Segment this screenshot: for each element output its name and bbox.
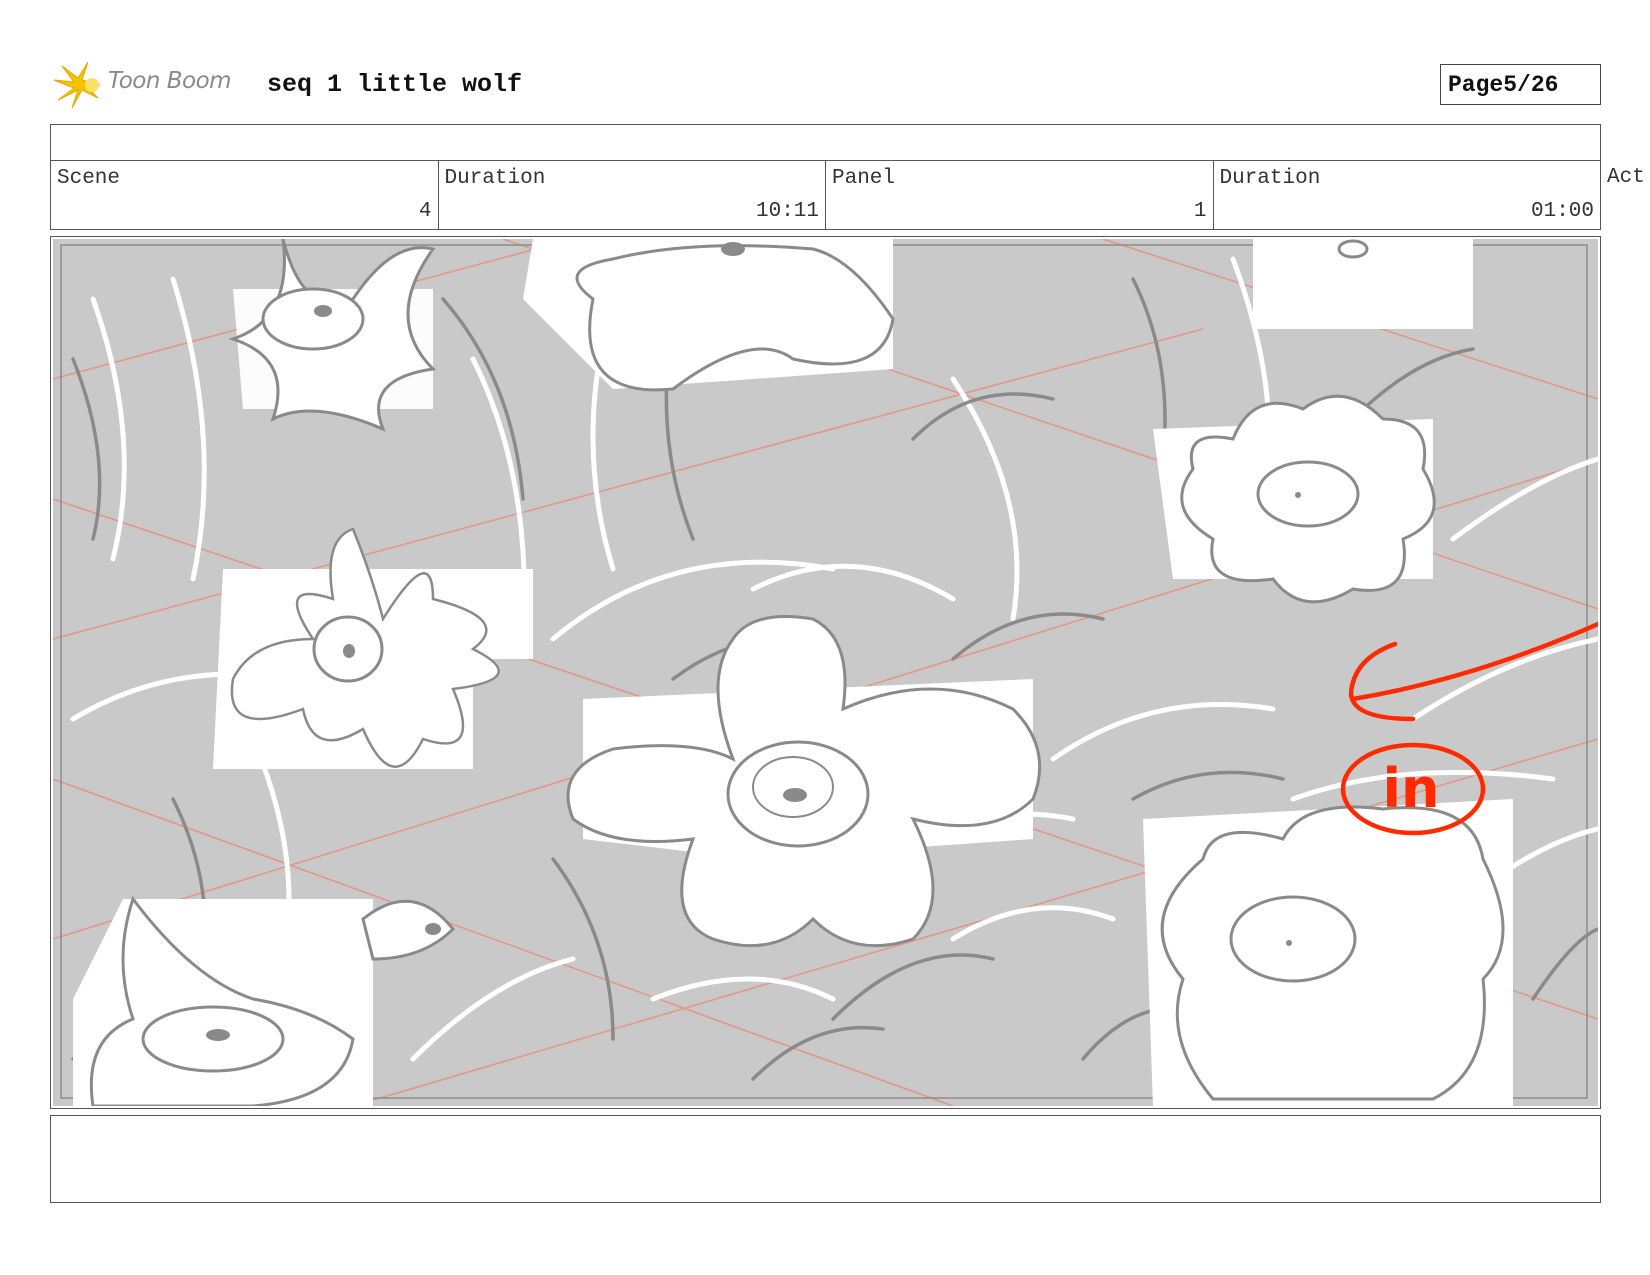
toon-boom-logo: Toon Boom	[52, 58, 252, 112]
flower-left-middle	[213, 527, 533, 769]
flower-bottom-right	[1143, 799, 1513, 1106]
page-value: 5/26	[1503, 71, 1559, 98]
header-strip	[50, 124, 1601, 161]
flower-top-right	[1253, 239, 1473, 329]
notes-box	[50, 1115, 1601, 1203]
brand-name: Toon Boom	[108, 68, 232, 94]
scene-label: Scene	[57, 167, 121, 190]
flower-top-left	[228, 239, 437, 432]
page-indicator: Page 5/26	[1440, 64, 1601, 105]
panel-label: Panel	[832, 167, 896, 190]
info-row: Scene 4 Duration 10:11 Panel 1 Duration …	[50, 160, 1601, 230]
panel-value: 1	[1193, 200, 1207, 223]
sequence-title: seq 1 little wolf	[267, 70, 523, 99]
scene-cell: Scene 4	[51, 161, 439, 229]
flower-center	[566, 615, 1042, 948]
action-label: Act	[1607, 166, 1645, 189]
flower-right-middle	[1153, 394, 1436, 604]
starburst-icon	[53, 61, 101, 109]
page-label: Page	[1448, 71, 1504, 98]
flower-sketch-drawing: in	[53, 239, 1598, 1106]
annotation-text: in	[1383, 757, 1440, 820]
panel-duration-cell: Duration 01:00	[1214, 161, 1601, 229]
flower-top-center	[523, 239, 895, 392]
panel-duration-label: Duration	[1219, 167, 1321, 190]
scene-duration-value: 10:11	[755, 200, 819, 223]
scene-duration-label: Duration	[444, 167, 546, 190]
storyboard-panel-image: in	[53, 239, 1598, 1106]
flower-bottom-left	[73, 895, 456, 1106]
scene-value: 4	[418, 200, 432, 223]
panel-cell: Panel 1	[826, 161, 1214, 229]
scene-duration-cell: Duration 10:11	[439, 161, 826, 229]
panel-duration-value: 01:00	[1530, 200, 1594, 223]
